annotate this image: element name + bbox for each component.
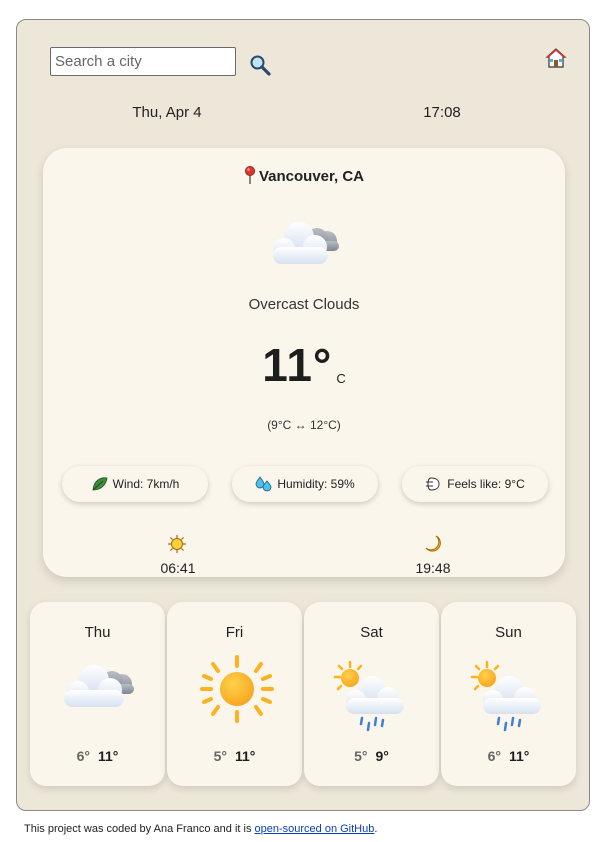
sun-rain-icon <box>332 660 412 737</box>
forecast-temps: 6° 11° <box>30 748 165 764</box>
wind-pill: Wind: 7km/h <box>62 466 208 502</box>
forecast-day: Sun <box>495 624 522 641</box>
pin-icon <box>244 166 255 184</box>
home-icon[interactable] <box>545 47 567 69</box>
weather-app: Thu, Apr 4 17:08 Vancouver, CA Overcast … <box>16 19 590 811</box>
forecast-card: Thu 6° 11° <box>30 602 165 786</box>
overcast-clouds-icon <box>267 217 349 274</box>
search-input[interactable] <box>50 47 236 76</box>
sun-rain-icon <box>469 660 549 737</box>
forecast-day: Fri <box>225 624 244 641</box>
forecast-temps: 5° 11° <box>167 748 302 764</box>
temperature-range: (9°C ↔ 12°C) <box>267 418 341 432</box>
weather-description: Overcast Clouds <box>248 296 360 313</box>
search-icon[interactable] <box>249 54 271 76</box>
forecast-max: 11° <box>234 748 256 764</box>
footer-text: This project was coded by Ana Franco and… <box>24 823 255 835</box>
sun-icon <box>167 534 187 559</box>
feels-like-text: Feels like: 9°C <box>447 477 525 491</box>
humidity-pill: Humidity: 59% <box>232 466 378 502</box>
footer: This project was coded by Ana Franco and… <box>24 823 377 835</box>
sunset-time: 19:48 <box>415 560 451 576</box>
footer-suffix: . <box>374 823 378 835</box>
feels-like-pill: Feels like: 9°C <box>402 466 548 502</box>
current-weather-card: Vancouver, CA Overcast Clouds 11° C (9°C … <box>43 148 565 577</box>
overcast-clouds-icon <box>60 654 140 719</box>
forecast-max: 11° <box>508 748 530 764</box>
forecast-card: Fri 5° 11° <box>167 602 302 786</box>
humidity-text: Humidity: 59% <box>277 477 355 491</box>
current-time: 17:08 <box>423 104 461 121</box>
forecast-max: 11° <box>97 748 119 764</box>
forecast-min: 6° <box>487 748 501 764</box>
forecast-card: Sat 5° 9° <box>304 602 439 786</box>
forecast-day: Thu <box>84 624 111 641</box>
location-label: Vancouver, CA <box>43 166 565 185</box>
forecast-min: 5° <box>354 748 368 764</box>
wind-face-icon <box>426 477 440 491</box>
forecast-temps: 6° 11° <box>441 748 576 764</box>
forecast-min: 5° <box>213 748 227 764</box>
moon-icon <box>423 534 443 559</box>
sunrise-time: 06:41 <box>160 560 196 576</box>
current-date: Thu, Apr 4 <box>132 104 202 121</box>
current-temperature: 11° C <box>43 338 565 392</box>
forecast-max: 9° <box>375 748 389 764</box>
temperature-value: 11° <box>262 339 333 391</box>
forecast-card: Sun 6° 11° <box>441 602 576 786</box>
github-link[interactable]: open-sourced on GitHub <box>255 823 375 835</box>
wind-text: Wind: 7km/h <box>112 477 180 491</box>
forecast-min: 6° <box>76 748 90 764</box>
droplets-icon <box>255 476 272 492</box>
sunny-icon <box>197 654 277 729</box>
location-text: Vancouver, CA <box>258 168 365 185</box>
temperature-unit[interactable]: C <box>336 371 345 386</box>
leaf-icon <box>92 477 108 491</box>
forecast-day: Sat <box>360 624 383 641</box>
forecast-temps: 5° 9° <box>304 748 439 764</box>
